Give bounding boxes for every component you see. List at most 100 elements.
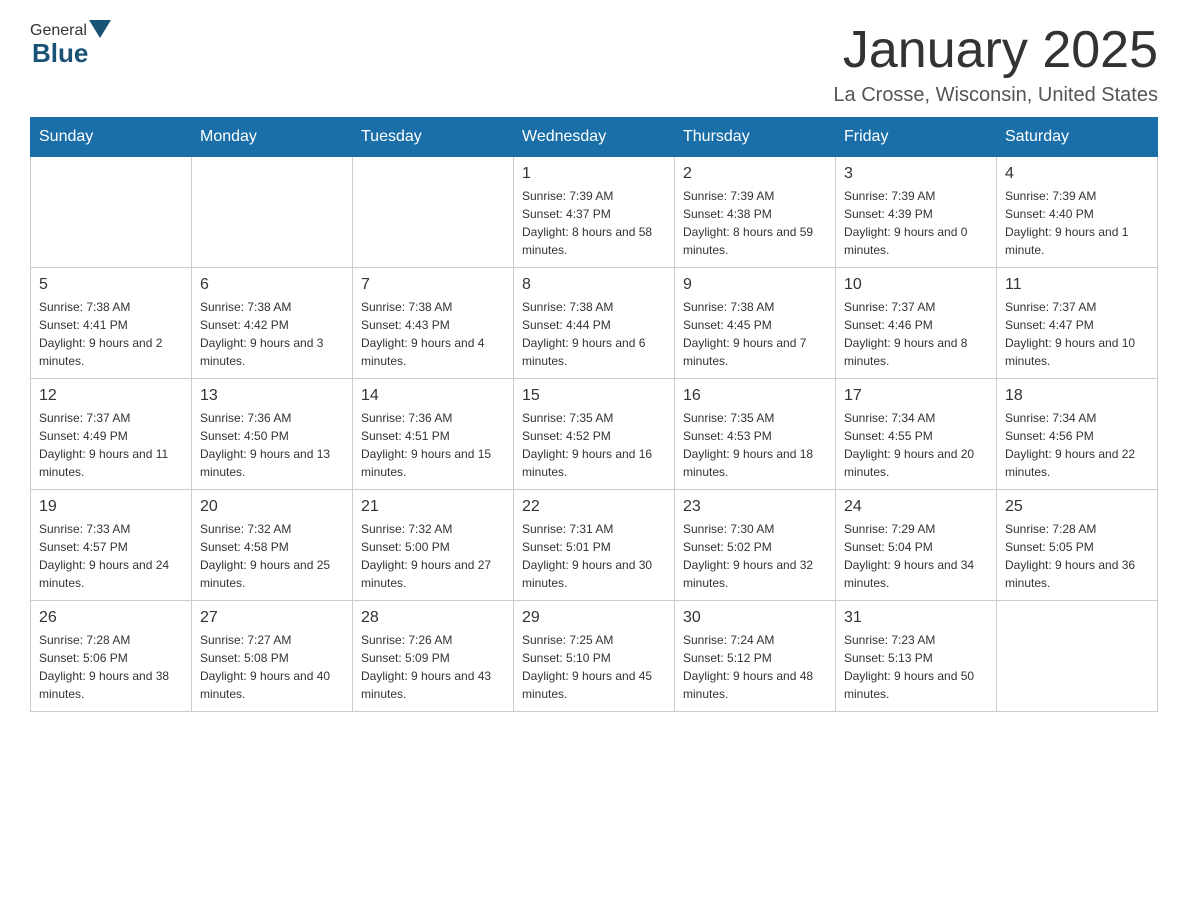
day-info: Sunrise: 7:33 AM Sunset: 4:57 PM Dayligh…	[39, 520, 183, 592]
day-number: 25	[1005, 498, 1149, 516]
day-info: Sunrise: 7:39 AM Sunset: 4:37 PM Dayligh…	[522, 187, 666, 259]
logo-arrow-icon	[89, 20, 111, 42]
calendar-cell: 19 Sunrise: 7:33 AM Sunset: 4:57 PM Dayli…	[31, 490, 192, 601]
header-wednesday: Wednesday	[514, 118, 675, 157]
day-info: Sunrise: 7:31 AM Sunset: 5:01 PM Dayligh…	[522, 520, 666, 592]
day-number: 5	[39, 276, 183, 294]
calendar-cell: 2 Sunrise: 7:39 AM Sunset: 4:38 PM Daylig…	[675, 157, 836, 268]
calendar-cell: 10Sunrise: 7:37 AM Sunset: 4:46 PM Dayli…	[836, 268, 997, 379]
calendar-cell: 16 Sunrise: 7:35 AM Sunset: 4:53 PM Dayli…	[675, 379, 836, 490]
day-info: Sunrise: 7:23 AM Sunset: 5:13 PM Dayligh…	[844, 631, 988, 703]
day-number: 23	[683, 498, 827, 516]
month-title: January 2025	[833, 20, 1158, 80]
calendar-cell: 18 Sunrise: 7:34 AM Sunset: 4:56 PM Dayli…	[997, 379, 1158, 490]
day-info: Sunrise: 7:39 AM Sunset: 4:38 PM Dayligh…	[683, 187, 827, 259]
day-info: Sunrise: 7:24 AM Sunset: 5:12 PM Dayligh…	[683, 631, 827, 703]
day-number: 31	[844, 609, 988, 627]
day-info: Sunrise: 7:30 AM Sunset: 5:02 PM Dayligh…	[683, 520, 827, 592]
day-info: Sunrise: 7:26 AM Sunset: 5:09 PM Dayligh…	[361, 631, 505, 703]
calendar-cell	[997, 601, 1158, 712]
calendar-cell: 12Sunrise: 7:37 AM Sunset: 4:49 PM Dayli…	[31, 379, 192, 490]
calendar-week-row: 5Sunrise: 7:38 AM Sunset: 4:41 PM Daylig…	[31, 268, 1158, 379]
calendar-cell: 1 Sunrise: 7:39 AM Sunset: 4:37 PM Daylig…	[514, 157, 675, 268]
calendar-cell: 22 Sunrise: 7:31 AM Sunset: 5:01 PM Dayli…	[514, 490, 675, 601]
calendar-cell: 20 Sunrise: 7:32 AM Sunset: 4:58 PM Dayli…	[192, 490, 353, 601]
day-number: 1	[522, 165, 666, 183]
location-text: La Crosse, Wisconsin, United States	[833, 84, 1158, 107]
calendar-cell: 3Sunrise: 7:39 AM Sunset: 4:39 PM Daylig…	[836, 157, 997, 268]
day-info: Sunrise: 7:39 AM Sunset: 4:40 PM Dayligh…	[1005, 187, 1149, 259]
calendar-week-row: 1 Sunrise: 7:39 AM Sunset: 4:37 PM Daylig…	[31, 157, 1158, 268]
header-saturday: Saturday	[997, 118, 1158, 157]
day-info: Sunrise: 7:29 AM Sunset: 5:04 PM Dayligh…	[844, 520, 988, 592]
day-number: 9	[683, 276, 827, 294]
day-number: 30	[683, 609, 827, 627]
day-number: 12	[39, 387, 183, 405]
calendar-cell: 7 Sunrise: 7:38 AM Sunset: 4:43 PM Daylig…	[353, 268, 514, 379]
day-number: 7	[361, 276, 505, 294]
day-info: Sunrise: 7:35 AM Sunset: 4:53 PM Dayligh…	[683, 409, 827, 481]
calendar-cell: 31 Sunrise: 7:23 AM Sunset: 5:13 PM Dayli…	[836, 601, 997, 712]
day-number: 14	[361, 387, 505, 405]
day-number: 6	[200, 276, 344, 294]
day-info: Sunrise: 7:35 AM Sunset: 4:52 PM Dayligh…	[522, 409, 666, 481]
day-number: 28	[361, 609, 505, 627]
calendar-cell: 15Sunrise: 7:35 AM Sunset: 4:52 PM Dayli…	[514, 379, 675, 490]
day-info: Sunrise: 7:27 AM Sunset: 5:08 PM Dayligh…	[200, 631, 344, 703]
calendar-cell: 29 Sunrise: 7:25 AM Sunset: 5:10 PM Dayli…	[514, 601, 675, 712]
day-info: Sunrise: 7:37 AM Sunset: 4:47 PM Dayligh…	[1005, 298, 1149, 370]
calendar-table: Sunday Monday Tuesday Wednesday Thursday…	[30, 117, 1158, 712]
logo: General Blue	[30, 20, 113, 69]
calendar-week-row: 12Sunrise: 7:37 AM Sunset: 4:49 PM Dayli…	[31, 379, 1158, 490]
header-friday: Friday	[836, 118, 997, 157]
calendar-cell: 13Sunrise: 7:36 AM Sunset: 4:50 PM Dayli…	[192, 379, 353, 490]
calendar-cell: 27Sunrise: 7:27 AM Sunset: 5:08 PM Dayli…	[192, 601, 353, 712]
day-info: Sunrise: 7:38 AM Sunset: 4:42 PM Dayligh…	[200, 298, 344, 370]
calendar-cell: 30 Sunrise: 7:24 AM Sunset: 5:12 PM Dayli…	[675, 601, 836, 712]
day-number: 8	[522, 276, 666, 294]
calendar-header-row: Sunday Monday Tuesday Wednesday Thursday…	[31, 118, 1158, 157]
calendar-cell: 26Sunrise: 7:28 AM Sunset: 5:06 PM Dayli…	[31, 601, 192, 712]
day-number: 19	[39, 498, 183, 516]
day-info: Sunrise: 7:28 AM Sunset: 5:06 PM Dayligh…	[39, 631, 183, 703]
day-info: Sunrise: 7:32 AM Sunset: 4:58 PM Dayligh…	[200, 520, 344, 592]
calendar-week-row: 26Sunrise: 7:28 AM Sunset: 5:06 PM Dayli…	[31, 601, 1158, 712]
day-info: Sunrise: 7:38 AM Sunset: 4:44 PM Dayligh…	[522, 298, 666, 370]
day-number: 16	[683, 387, 827, 405]
calendar-cell: 4 Sunrise: 7:39 AM Sunset: 4:40 PM Daylig…	[997, 157, 1158, 268]
day-info: Sunrise: 7:32 AM Sunset: 5:00 PM Dayligh…	[361, 520, 505, 592]
calendar-week-row: 19 Sunrise: 7:33 AM Sunset: 4:57 PM Dayli…	[31, 490, 1158, 601]
calendar-cell: 24 Sunrise: 7:29 AM Sunset: 5:04 PM Dayli…	[836, 490, 997, 601]
calendar-cell	[353, 157, 514, 268]
day-number: 24	[844, 498, 988, 516]
calendar-cell: 28 Sunrise: 7:26 AM Sunset: 5:09 PM Dayli…	[353, 601, 514, 712]
day-info: Sunrise: 7:38 AM Sunset: 4:45 PM Dayligh…	[683, 298, 827, 370]
day-info: Sunrise: 7:37 AM Sunset: 4:46 PM Dayligh…	[844, 298, 988, 370]
calendar-cell: 6 Sunrise: 7:38 AM Sunset: 4:42 PM Daylig…	[192, 268, 353, 379]
calendar-cell: 21 Sunrise: 7:32 AM Sunset: 5:00 PM Dayli…	[353, 490, 514, 601]
calendar-cell: 17Sunrise: 7:34 AM Sunset: 4:55 PM Dayli…	[836, 379, 997, 490]
day-number: 20	[200, 498, 344, 516]
page-header: General Blue January 2025 La Crosse, Wis…	[30, 20, 1158, 107]
day-number: 21	[361, 498, 505, 516]
day-info: Sunrise: 7:34 AM Sunset: 4:55 PM Dayligh…	[844, 409, 988, 481]
title-section: January 2025 La Crosse, Wisconsin, Unite…	[833, 20, 1158, 107]
calendar-cell: 9 Sunrise: 7:38 AM Sunset: 4:45 PM Daylig…	[675, 268, 836, 379]
calendar-cell: 5Sunrise: 7:38 AM Sunset: 4:41 PM Daylig…	[31, 268, 192, 379]
day-info: Sunrise: 7:28 AM Sunset: 5:05 PM Dayligh…	[1005, 520, 1149, 592]
day-info: Sunrise: 7:39 AM Sunset: 4:39 PM Dayligh…	[844, 187, 988, 259]
day-number: 4	[1005, 165, 1149, 183]
day-number: 18	[1005, 387, 1149, 405]
day-info: Sunrise: 7:34 AM Sunset: 4:56 PM Dayligh…	[1005, 409, 1149, 481]
calendar-cell: 23 Sunrise: 7:30 AM Sunset: 5:02 PM Dayli…	[675, 490, 836, 601]
calendar-cell: 8 Sunrise: 7:38 AM Sunset: 4:44 PM Daylig…	[514, 268, 675, 379]
day-info: Sunrise: 7:36 AM Sunset: 4:50 PM Dayligh…	[200, 409, 344, 481]
day-info: Sunrise: 7:38 AM Sunset: 4:43 PM Dayligh…	[361, 298, 505, 370]
header-tuesday: Tuesday	[353, 118, 514, 157]
day-number: 29	[522, 609, 666, 627]
day-info: Sunrise: 7:25 AM Sunset: 5:10 PM Dayligh…	[522, 631, 666, 703]
day-number: 22	[522, 498, 666, 516]
calendar-cell: 25 Sunrise: 7:28 AM Sunset: 5:05 PM Dayli…	[997, 490, 1158, 601]
day-info: Sunrise: 7:36 AM Sunset: 4:51 PM Dayligh…	[361, 409, 505, 481]
day-number: 2	[683, 165, 827, 183]
